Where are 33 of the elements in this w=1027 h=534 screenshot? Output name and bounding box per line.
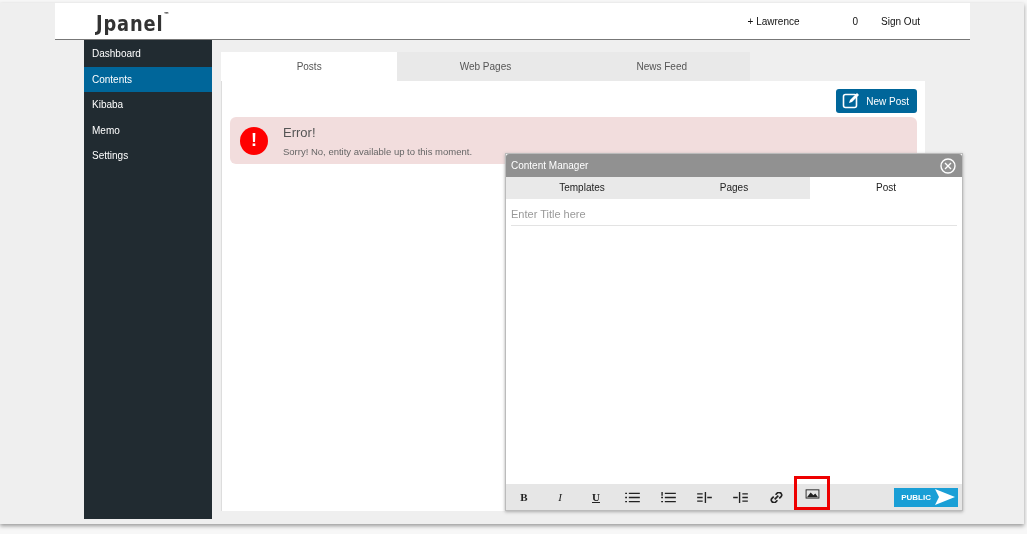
edit-icon [842,92,861,110]
underline-button[interactable]: U [578,485,614,509]
sidebar-item[interactable]: Kibaba [84,92,212,118]
bullet-list-icon [624,491,640,503]
notification-count: 0 [852,15,859,27]
image-icon [804,487,820,499]
close-icon[interactable] [940,157,956,174]
indent-icon [696,491,712,503]
logo: Jpanel$^{™}$ [96,10,171,36]
dialog-tab[interactable]: Post [810,177,962,199]
alert-title: Error! [283,124,317,140]
dialog-tab[interactable]: Templates [506,177,658,199]
bold-button[interactable]: B [506,485,542,509]
error-icon: ! [240,126,268,155]
image-button[interactable] [794,476,830,510]
new-post-button[interactable]: New Post [836,89,917,113]
tab[interactable]: Web Pages [397,52,574,81]
send-icon [935,489,955,505]
tab[interactable]: Posts [221,52,398,81]
sidebar-item[interactable]: Settings [84,143,212,169]
tab[interactable]: News Feed [573,52,750,81]
link-icon [768,491,784,503]
numbered-list-icon [660,491,676,503]
italic-button[interactable]: I [542,485,578,509]
outdent-icon [732,491,748,503]
dialog-tab[interactable]: Pages [658,177,810,199]
user-link[interactable]: + Lawrence [747,15,800,27]
alert-message: Sorry! No, entity available up to this moment. [283,145,473,157]
sidebar-item[interactable]: Contents [84,66,212,92]
dialog-title: Content Manager [511,160,589,171]
sign-out-link[interactable]: Sign Out [881,15,920,27]
sidebar-item[interactable]: Dashboard [84,41,212,67]
sidebar-item[interactable]: Memo [84,117,212,143]
